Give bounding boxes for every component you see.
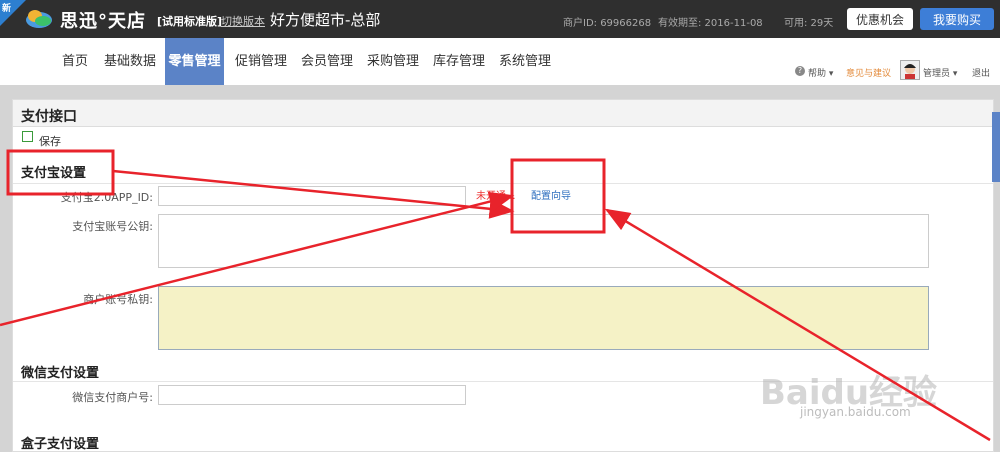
nav-system[interactable]: 系统管理 [495,38,555,85]
alipay-section-title: 支付宝设置 [21,166,87,181]
config-guide-link[interactable]: 配置向导 [531,187,571,202]
nav-basic-data[interactable]: 基础数据 [100,38,160,85]
merchant-id: 商户ID: 69966268 [563,18,652,29]
alipay-app-id-label: 支付宝2.0APP_ID: [60,191,153,204]
main-nav: 首页 基础数据 零售管理 促销管理 会员管理 采购管理 库存管理 系统管理 帮助… [0,38,1000,85]
nav-home[interactable]: 首页 [55,38,95,85]
switch-version-link[interactable]: 切换版本 [221,13,265,29]
page-title: 支付接口 [21,109,77,125]
help-icon[interactable]: ? [795,66,805,76]
new-badge: 新 [0,0,26,26]
help-link[interactable]: 帮助 ▾ [808,66,833,79]
days-available: 可用: 29天 [784,18,834,29]
alipay-public-key-field[interactable] [158,214,929,268]
valid-until: 有效期至: 2016-11-08 [658,18,763,29]
nav-promotion[interactable]: 促销管理 [231,38,291,85]
logout-link[interactable]: 退出 [972,66,990,79]
panel-header [13,100,993,127]
store-name: 好方便超市-总部 [270,11,381,29]
divider [13,183,993,184]
save-button[interactable]: 保存 [39,133,61,149]
feedback-link[interactable]: 意见与建议 [846,66,891,79]
alipay-public-key-label: 支付宝账号公钥: [72,220,153,233]
cloud-logo-icon [26,10,52,28]
nav-retail[interactable]: 零售管理 [165,38,224,85]
wechat-merchant-label: 微信支付商户号: [72,391,153,404]
merchant-private-key-field[interactable] [158,286,929,350]
alipay-app-id-input[interactable] [158,186,466,206]
box-pay-section-title: 盒子支付设置 [21,437,100,452]
save-icon[interactable] [22,131,33,142]
wechat-section-title: 微信支付设置 [21,366,100,381]
status-badge: 未开通... [476,191,516,202]
offer-button[interactable]: 优惠机会 [847,8,913,30]
side-feedback-tab[interactable] [992,112,1000,182]
admin-menu[interactable]: 管理员 ▾ [923,66,957,79]
merchant-private-key-label: 商户账号私钥: [83,293,153,306]
edition-label: [试用标准版] [157,15,223,28]
brand-name: 思迅°天店 [60,11,146,32]
buy-button[interactable]: 我要购买 [920,8,994,30]
top-bar: 新 思迅°天店 [试用标准版] 切换版本 好方便超市-总部 商户ID: 6996… [0,0,1000,38]
avatar[interactable] [900,60,920,80]
baidu-watermark-url: jingyan.baidu.com [800,405,911,419]
nav-member[interactable]: 会员管理 [297,38,357,85]
nav-purchase[interactable]: 采购管理 [363,38,423,85]
nav-inventory[interactable]: 库存管理 [429,38,489,85]
avatar-icon [904,64,916,79]
wechat-merchant-input[interactable] [158,385,466,405]
